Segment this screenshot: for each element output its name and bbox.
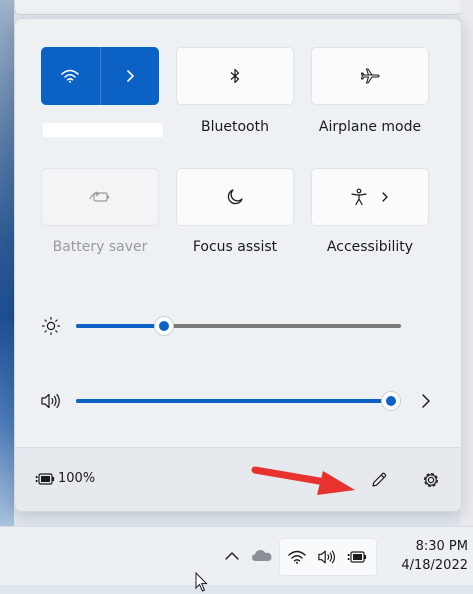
quick-settings-main: Bluetooth Airplane mode Battery saver Fo… — [15, 19, 461, 447]
battery-saver-tile[interactable] — [41, 168, 159, 226]
accessibility-label: Accessibility — [326, 239, 414, 255]
accessibility-icon — [351, 188, 367, 206]
gear-icon — [423, 472, 439, 488]
battery-charging-icon — [347, 551, 367, 563]
airplane-mode-tile[interactable] — [311, 47, 429, 105]
chevron-right-icon — [126, 70, 134, 82]
speaker-icon[interactable] — [40, 391, 62, 411]
wifi-icon — [61, 69, 79, 83]
settings-button[interactable] — [419, 468, 443, 492]
taskbar-clock[interactable]: 8:30 PM 4/18/2022 — [382, 537, 468, 575]
brightness-slider-row — [15, 316, 461, 336]
edit-quick-settings-button[interactable] — [367, 468, 391, 492]
volume-slider-fill — [76, 399, 392, 403]
moon-icon — [227, 189, 243, 205]
wifi-expand-button[interactable] — [101, 47, 160, 105]
accessibility-tile[interactable] — [311, 168, 429, 226]
bluetooth-label: Bluetooth — [201, 119, 269, 135]
airplane-icon — [360, 68, 380, 84]
wifi-icon — [288, 550, 306, 564]
battery-status[interactable]: 100% — [35, 471, 95, 486]
volume-slider-row — [15, 391, 461, 411]
system-tray-quick-settings-button[interactable] — [279, 538, 377, 576]
desktop-wallpaper — [0, 0, 14, 526]
wifi-tile[interactable] — [41, 47, 159, 105]
focus-assist-label: Focus assist — [192, 239, 278, 255]
quick-settings-panel: Bluetooth Airplane mode Battery saver Fo… — [14, 18, 462, 512]
battery-saver-label: Battery saver — [52, 239, 148, 255]
pencil-icon — [372, 472, 387, 487]
background-window-edge — [0, 0, 473, 15]
battery-saver-icon — [89, 191, 109, 202]
airplane-mode-label: Airplane mode — [318, 119, 422, 135]
bluetooth-tile[interactable] — [176, 47, 294, 105]
clock-date: 4/18/2022 — [401, 558, 468, 573]
brightness-icon — [41, 316, 61, 336]
focus-assist-tile[interactable] — [176, 168, 294, 226]
chevron-up-icon[interactable] — [224, 550, 240, 562]
chevron-right-icon — [382, 192, 388, 202]
taskbar: 8:30 PM 4/18/2022 — [0, 526, 473, 592]
red-arrow-head — [317, 471, 355, 495]
brightness-slider-thumb[interactable] — [153, 316, 174, 336]
wifi-network-name-redacted — [43, 123, 163, 137]
brightness-slider-fill — [76, 324, 164, 328]
battery-charging-icon — [35, 472, 55, 485]
mouse-cursor-icon — [195, 572, 208, 592]
audio-output-chevron-icon[interactable] — [420, 393, 432, 409]
wifi-toggle[interactable] — [41, 47, 100, 105]
bluetooth-icon — [230, 68, 240, 84]
onedrive-cloud-icon[interactable] — [251, 548, 273, 562]
battery-percent: 100% — [58, 471, 96, 486]
quick-settings-footer: 100% — [15, 447, 461, 511]
speaker-icon — [318, 550, 336, 564]
red-arrow-shaft — [251, 466, 335, 487]
volume-slider-thumb[interactable] — [381, 391, 402, 411]
red-arrow-annotation — [251, 466, 355, 495]
clock-time: 8:30 PM — [415, 539, 468, 554]
